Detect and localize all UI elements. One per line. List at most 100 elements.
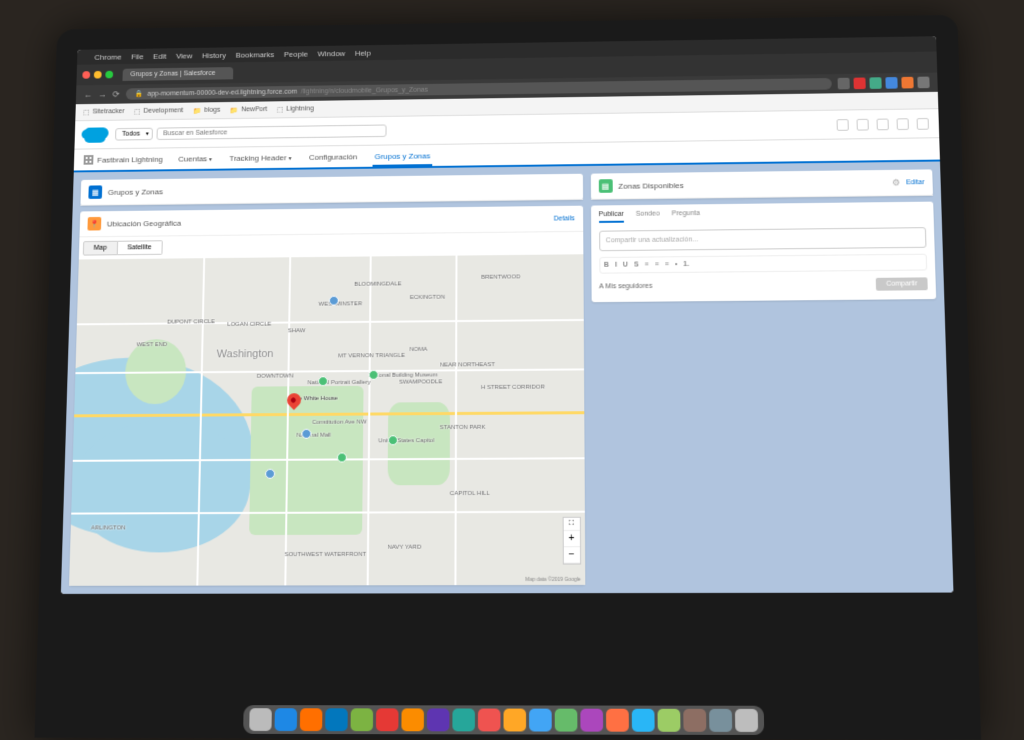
map-label: BLOOMINGDALE	[354, 282, 401, 288]
details-link[interactable]: Details	[554, 215, 575, 222]
search-scope-select[interactable]: Todos	[115, 128, 153, 141]
page-title: Grupos y Zonas	[108, 182, 575, 196]
map-label: NOMA	[409, 347, 427, 353]
map-label: NAVY YARD	[387, 545, 421, 551]
extension-icon[interactable]	[853, 77, 865, 89]
back-icon[interactable]: ←	[84, 89, 93, 99]
window-close-button[interactable]	[82, 71, 90, 79]
extension-icon[interactable]	[869, 77, 881, 89]
url-host: app-momentum-00000-dev-ed.lightning.forc…	[147, 88, 297, 97]
extension-icon[interactable]	[838, 78, 850, 90]
map-city-label: Washington	[217, 348, 274, 360]
map-canvas[interactable]: Washington BLOOMINGDALE WESTMINSTER ECKI…	[69, 254, 585, 586]
map-tab-map[interactable]: Map	[83, 241, 118, 256]
fullscreen-button[interactable]: ⛶	[563, 518, 579, 531]
map-card-title: Ubicación Geográfica	[107, 214, 548, 228]
followers-link[interactable]: Mis seguidores	[605, 283, 652, 290]
bookmark-item[interactable]: ⬚ Lightning	[277, 105, 314, 113]
zoom-out-button[interactable]: −	[563, 547, 579, 563]
tab-sondeo[interactable]: Sondeo	[636, 211, 660, 223]
gear-icon[interactable]: ⚙	[892, 177, 900, 188]
bullet-button[interactable]: •	[675, 261, 678, 268]
tab-pregunta[interactable]: Pregunta	[672, 210, 700, 222]
map-poi-label: United States Capitol	[378, 438, 434, 444]
post-input[interactable]: Compartir una actualización...	[599, 227, 927, 251]
poi-icon[interactable]	[329, 295, 339, 305]
app-launcher-icon[interactable]	[84, 155, 94, 165]
menu-history[interactable]: History	[202, 51, 226, 60]
italic-button[interactable]: I	[615, 262, 617, 269]
salesforce-logo-icon[interactable]	[84, 127, 106, 142]
map-label: ECKINGTON	[410, 294, 445, 300]
rich-text-toolbar: B I U S ≡ ≡ ≡ • 1.	[599, 254, 927, 274]
browser-tab[interactable]: Grupos y Zonas | Salesforce	[122, 67, 232, 81]
number-button[interactable]: 1.	[683, 261, 689, 268]
page-header-card: ▦ Grupos y Zonas	[80, 174, 582, 206]
bookmark-item[interactable]: ⬚ Development	[134, 107, 183, 115]
zones-card-title: Zonas Disponibles	[618, 178, 886, 190]
app-name: Fastbrain Lightning	[97, 155, 163, 164]
map-label: MT VERNON TRIANGLE	[338, 353, 405, 359]
window-minimize-button[interactable]	[94, 71, 102, 79]
window-maximize-button[interactable]	[105, 71, 113, 79]
url-path: /lightning/n/cloudmobile_Grupos_y_Zonas	[301, 86, 428, 94]
zones-card: ▦Zonas Disponibles⚙Editar	[590, 169, 933, 199]
setup-icon[interactable]	[877, 118, 889, 130]
align-button[interactable]: ≡	[645, 261, 649, 268]
page-icon: ▦	[88, 185, 102, 199]
menu-chrome[interactable]: Chrome	[94, 52, 121, 61]
nav-grupos-y-zonas[interactable]: Grupos y Zonas	[373, 147, 433, 166]
map-poi-label: National Portrait Gallery	[307, 380, 370, 386]
notifications-icon[interactable]	[897, 118, 909, 130]
map-zoom-controls: ⛶ + −	[562, 517, 580, 565]
to-label: A	[599, 283, 603, 290]
map-label: SOUTHWEST WATERFRONT	[284, 552, 366, 558]
map-tab-satellite[interactable]: Satellite	[117, 240, 162, 255]
reload-icon[interactable]: ⟳	[112, 89, 120, 99]
nav-configuracion[interactable]: Configuración	[307, 148, 359, 165]
bookmark-item[interactable]: 📁 blogs	[193, 106, 221, 114]
tab-publicar[interactable]: Publicar	[599, 211, 624, 223]
align-button[interactable]: ≡	[665, 261, 669, 268]
favorite-icon[interactable]	[837, 119, 849, 131]
poi-icon[interactable]	[368, 370, 378, 380]
nav-cuentas[interactable]: Cuentas▾	[176, 150, 214, 167]
map-label: DUPONT CIRCLE	[167, 319, 215, 325]
map-label: H STREET CORRIDOR	[481, 385, 545, 391]
bookmark-item[interactable]: ⬚ Sitetracker	[83, 108, 125, 116]
help-icon[interactable]	[857, 118, 869, 130]
menu-edit[interactable]: Edit	[153, 52, 166, 61]
location-icon: 📍	[87, 217, 101, 231]
map-label: CAPITOL HILL	[450, 491, 490, 497]
avatar-icon[interactable]	[917, 118, 929, 130]
menu-view[interactable]: View	[176, 51, 193, 60]
extension-icon[interactable]	[917, 77, 929, 89]
map-attribution: Map data ©2019 Google	[525, 577, 580, 583]
map-label: BRENTWOOD	[481, 274, 520, 280]
map-label: WEST END	[136, 342, 167, 348]
menu-help[interactable]: Help	[355, 48, 371, 57]
map-label: ARLINGTON	[91, 526, 126, 532]
strike-button[interactable]: S	[634, 262, 639, 269]
forward-icon[interactable]: →	[98, 89, 107, 99]
share-button[interactable]: Compartir	[876, 277, 928, 290]
extension-icon[interactable]	[885, 77, 897, 89]
menu-file[interactable]: File	[131, 52, 144, 61]
edit-link[interactable]: Editar	[906, 179, 925, 186]
underline-button[interactable]: U	[623, 262, 628, 269]
menu-bookmarks[interactable]: Bookmarks	[236, 50, 275, 59]
extension-icon[interactable]	[901, 77, 913, 89]
zoom-in-button[interactable]: +	[563, 531, 579, 547]
search-input[interactable]	[156, 124, 386, 139]
chatter-card: Publicar Sondeo Pregunta Compartir una a…	[591, 202, 937, 303]
menu-people[interactable]: People	[284, 49, 308, 58]
menu-window[interactable]: Window	[318, 49, 346, 58]
map-label: WESTMINSTER	[318, 302, 362, 308]
lock-icon: 🔒	[135, 90, 144, 98]
nav-tracking-header[interactable]: Tracking Header▾	[227, 149, 293, 166]
bold-button[interactable]: B	[604, 262, 609, 269]
align-button[interactable]: ≡	[655, 261, 659, 268]
extension-icons	[838, 77, 930, 90]
poi-icon[interactable]	[337, 452, 347, 462]
bookmark-item[interactable]: 📁 NewPort	[230, 106, 267, 114]
